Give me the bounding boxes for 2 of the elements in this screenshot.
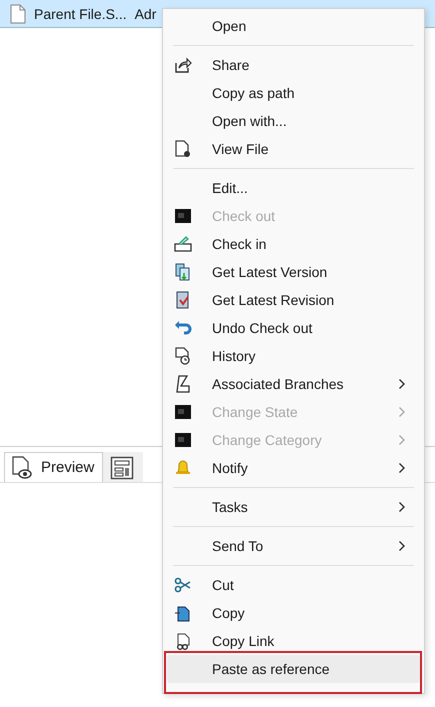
file-name: Parent File.S... [34,6,127,22]
table-cell: Adr [134,6,156,22]
